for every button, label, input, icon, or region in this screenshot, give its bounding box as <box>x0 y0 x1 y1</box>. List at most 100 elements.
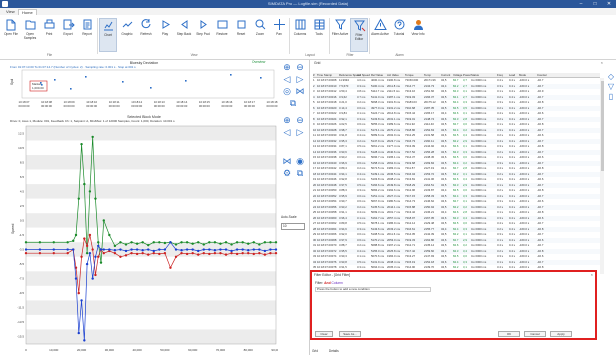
zoom-in-icon[interactable]: ⊕ <box>281 62 293 72</box>
filter-dialog-close-button[interactable]: × <box>591 272 593 277</box>
series-point <box>219 248 222 251</box>
refresh-button[interactable]: Refresh <box>137 18 155 52</box>
open-file-icon <box>6 19 15 31</box>
copy-icon[interactable]: ⧉ <box>287 98 299 108</box>
series-point <box>219 242 222 245</box>
series-point <box>191 251 194 255</box>
overview-xtick-label: 00:00:00 <box>86 104 97 108</box>
grid-scrollbar[interactable] <box>600 78 604 274</box>
chart-side-toolbar: ⊕ ⊖ ◁ ▷ ◎ ⋈ ⧉ ⊕ ⊖ ◁ ▷ ⋈ ◉ ⚙ ⧉ <box>281 60 307 210</box>
step-forward-label: Step Fwd <box>196 32 210 36</box>
grid-scrollbar-thumb[interactable] <box>600 81 604 171</box>
open-samples-button[interactable]: Open Samples <box>21 18 39 52</box>
columns-button[interactable]: Columns <box>291 18 309 52</box>
detail-chart[interactable]: Selected Block Mode Drive: 0, Axes 1, Mo… <box>10 115 278 355</box>
eye-icon[interactable]: ◉ <box>294 156 306 166</box>
apply-button[interactable]: Apply <box>550 331 572 337</box>
close-button[interactable]: ✕ <box>602 0 616 8</box>
filter-field[interactable]: Column <box>332 281 343 285</box>
arrow-right-icon[interactable]: ▷ <box>294 74 306 84</box>
filter-side-icon[interactable]: ▽ <box>606 82 616 92</box>
overview-plot-area <box>21 69 275 99</box>
document-icon[interactable]: ▯ <box>606 92 616 102</box>
zoom-out-detail-icon[interactable]: ⊖ <box>294 115 306 125</box>
add-condition-hint[interactable]: Press the button to add a new condition <box>315 287 431 292</box>
graphic-button[interactable]: Graphic <box>118 18 136 52</box>
grid-body[interactable]: 1 10:18:07.00008 11.9994 4.0 ms 4000.4 ms 190… <box>313 78 600 274</box>
zoom-button[interactable]: Zoom <box>251 18 269 52</box>
autoscale-input[interactable]: 10 <box>281 223 305 230</box>
overview-xtick-label: 00:00:00 <box>154 104 165 108</box>
filter-icon <box>334 19 346 30</box>
shape-icon[interactable]: ◇ <box>606 72 616 82</box>
arrow-left-icon[interactable]: ◁ <box>281 74 293 84</box>
series-point <box>124 243 128 246</box>
detail-xtick-label: 50,000 <box>160 348 170 352</box>
step-back-button[interactable]: Step Back <box>175 18 193 52</box>
tutorial-button[interactable]: Tutorial <box>390 18 408 52</box>
tab-details[interactable]: Details <box>329 349 339 353</box>
detail-ytick-label: -15.5 <box>17 335 24 339</box>
cancel-button[interactable]: Cancel <box>524 331 546 337</box>
panel-close-icon[interactable]: × <box>601 60 603 65</box>
report-button[interactable]: Report <box>78 18 96 52</box>
detail-ytick-label: 10.5 <box>18 146 24 150</box>
series-point <box>197 249 200 253</box>
series-point <box>91 135 94 139</box>
series-point <box>235 241 239 244</box>
clear-button[interactable]: Clear <box>315 331 333 337</box>
filter-editor-button[interactable]: Filter Editor <box>350 18 368 52</box>
copy-detail-icon[interactable]: ⧉ <box>294 168 306 178</box>
maximize-button[interactable]: □ <box>588 0 602 8</box>
grid-band <box>26 184 276 199</box>
alarm-active-button[interactable]: Alarm Active <box>371 18 389 52</box>
print-button[interactable]: Print <box>40 18 58 52</box>
series-point <box>191 248 194 251</box>
restore-icon <box>217 20 227 29</box>
settings-icon[interactable]: ⚙ <box>281 168 293 178</box>
series-point <box>94 197 97 200</box>
series-point <box>247 251 250 255</box>
tools-button[interactable]: Tools <box>310 18 328 52</box>
export-button[interactable]: Export <box>59 18 77 52</box>
save-as-button[interactable]: Save As... <box>339 331 361 337</box>
series-point <box>38 251 42 255</box>
filter-active-button[interactable]: Filter Active <box>331 18 349 52</box>
detail-plot[interactable]: Speed 12.5 10.5 8.5 6.5 4.5 2.5 0.5 -1.5 -3.5 -5.… <box>10 124 278 355</box>
series-point <box>185 241 189 244</box>
series-point <box>180 241 183 244</box>
zoom-out-icon[interactable]: ⊖ <box>294 62 306 72</box>
overview-plot[interactable]: Spd Marker 1,000.00 10:18:0700:00:0010:1… <box>10 68 278 112</box>
minimize-button[interactable]: – <box>574 0 588 8</box>
series-point <box>269 251 272 255</box>
target-icon[interactable]: ◎ <box>281 86 293 96</box>
series-point <box>108 233 111 237</box>
detail-chart-subtitle: Drive: 0, Axes 1, Module: 001, Feedback … <box>10 119 175 123</box>
pan-button[interactable]: Pan <box>270 18 288 52</box>
open-file-button[interactable]: Open File <box>2 18 20 52</box>
zoom-in-detail-icon[interactable]: ⊕ <box>281 115 293 125</box>
overview-ylabel: Spd <box>10 79 14 85</box>
printer-icon <box>44 19 54 29</box>
arrow-left-detail-icon[interactable]: ◁ <box>281 127 293 137</box>
chart-button[interactable]: Chart <box>99 18 117 52</box>
restore-button[interactable]: Restore <box>213 18 231 52</box>
series-point <box>224 253 228 256</box>
fit-detail-icon[interactable]: ⋈ <box>281 156 293 166</box>
series-point <box>169 266 172 269</box>
overview-chart[interactable]: Bluesky Deviation From 01:07:13.00 To 01… <box>10 60 278 112</box>
series-point <box>99 248 103 251</box>
view-info-button[interactable]: View Info <box>409 18 427 52</box>
filter-operator[interactable]: And <box>324 281 330 285</box>
fit-icon[interactable]: ⋈ <box>294 86 306 96</box>
tab-grid[interactable]: Grid <box>312 349 318 353</box>
series-point <box>202 243 205 246</box>
play-button[interactable]: Play <box>156 18 174 52</box>
step-forward-button[interactable]: Step Fwd <box>194 18 212 52</box>
series-point <box>241 248 244 251</box>
ok-button[interactable]: OK <box>498 331 520 337</box>
detail-xtick-label: 80,000 <box>244 348 254 352</box>
reset-button[interactable]: Reset <box>232 18 250 52</box>
columns-icon <box>295 19 305 30</box>
arrow-right-detail-icon[interactable]: ▷ <box>294 127 306 137</box>
